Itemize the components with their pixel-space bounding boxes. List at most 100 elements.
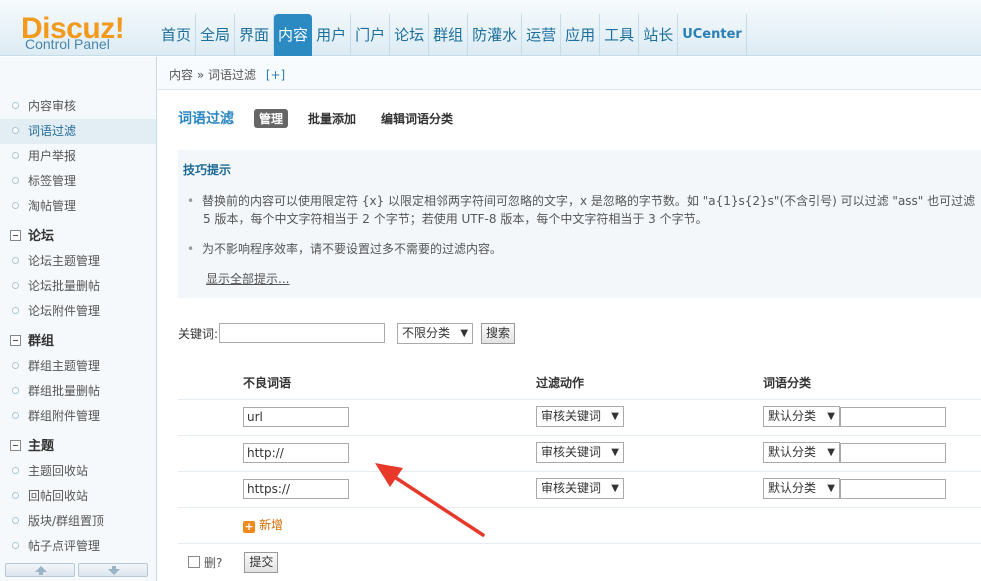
nav-item-1[interactable]: 全局	[196, 14, 236, 56]
tab-batch-add[interactable]: 批量添加	[303, 109, 361, 128]
nav-item-4[interactable]: 用户	[312, 14, 352, 56]
replacement-input[interactable]	[840, 443, 946, 463]
replacement-input[interactable]	[840, 407, 946, 427]
sidebar-group-header[interactable]: 论坛	[0, 224, 156, 249]
word-category-select[interactable]: 默认分类 ▼	[763, 406, 840, 427]
tip-item: • 为不影响程序效率，请不要设置过多不需要的过滤内容。	[187, 240, 503, 258]
row-divider	[178, 507, 981, 508]
bullet-icon	[12, 257, 19, 264]
sidebar-item[interactable]: 论坛附件管理	[0, 299, 156, 324]
sidebar-item[interactable]: 版块/群组置顶	[0, 509, 156, 534]
nav-item-10[interactable]: 应用	[561, 14, 601, 56]
replacement-input[interactable]	[840, 479, 946, 499]
logo-subtitle: Control Panel	[25, 36, 110, 52]
nav-item-11[interactable]: 工具	[600, 14, 640, 56]
show-all-tips-link[interactable]: 显示全部提示...	[206, 270, 289, 287]
word-category-select[interactable]: 默认分类 ▼	[763, 478, 840, 499]
delete-all-checkbox[interactable]	[188, 556, 200, 568]
filter-action-value: 审核关键词	[541, 481, 602, 495]
sidebar-item-label: 帖子点评管理	[28, 539, 101, 553]
word-category-select[interactable]: 默认分类 ▼	[763, 442, 840, 463]
category-filter-select[interactable]: 不限分类 ▼	[397, 322, 474, 344]
tips-panel: 技巧提示 • 替换前的内容可以使用限定符 {x} 以限定相邻两字符间可忽略的文字…	[178, 150, 981, 298]
sidebar-item[interactable]: 论坛批量删帖	[0, 274, 156, 299]
logo[interactable]: Discuz! Control Panel	[0, 0, 157, 56]
bullet-icon	[12, 412, 19, 419]
sidebar-item[interactable]: 用户举报	[0, 144, 156, 169]
submit-button[interactable]: 提交	[244, 551, 279, 573]
row-divider	[178, 399, 981, 400]
breadcrumb-path[interactable]: 内容 » 词语过滤	[169, 68, 256, 82]
add-new-row-button[interactable]: + 新增	[243, 516, 283, 533]
sidebar-item[interactable]: 淘帖管理	[0, 194, 156, 219]
bad-word-input[interactable]: url	[243, 407, 349, 427]
sidebar-item[interactable]: 标签管理	[0, 169, 156, 194]
sidebar-item-label: 词语过滤	[28, 124, 77, 138]
nav-item-8[interactable]: 防灌水	[468, 14, 523, 56]
sidebar-group-header[interactable]: 主题	[0, 434, 156, 459]
filter-action-select[interactable]: 审核关键词 ▼	[536, 406, 624, 427]
sidebar-item[interactable]: 帖子点评管理	[0, 534, 156, 559]
sidebar-group-title: 论坛	[28, 229, 55, 244]
add-new-label: 新增	[259, 518, 284, 532]
arrow-down-icon	[108, 566, 120, 575]
scroll-up-button[interactable]	[5, 563, 75, 577]
tip-text: 为不影响程序效率，请不要设置过多不需要的过滤内容。	[202, 242, 503, 256]
bullet-icon	[12, 152, 19, 159]
sidebar-item-label: 用户举报	[28, 149, 77, 163]
page-header: 词语过滤 管理 批量添加 编辑词语分类	[178, 108, 473, 128]
col-header-category: 词语分类	[763, 376, 812, 390]
tab-edit-categories[interactable]: 编辑词语分类	[376, 109, 458, 128]
page-title: 词语过滤	[178, 111, 234, 127]
dropdown-arrow-icon: ▼	[460, 327, 469, 339]
tab-manage[interactable]: 管理	[254, 108, 289, 128]
keyword-input[interactable]	[219, 323, 386, 343]
sidebar-item[interactable]: 群组附件管理	[0, 404, 156, 429]
collapse-icon	[10, 440, 21, 451]
nav-item-2[interactable]: 界面	[235, 14, 275, 56]
bullet-icon	[12, 542, 19, 549]
delete-label: 删?	[204, 555, 223, 570]
collapse-icon	[10, 230, 21, 241]
nav-item-6[interactable]: 论坛	[390, 14, 430, 56]
main-content: 内容 » 词语过滤 [+] 词语过滤 管理 批量添加 编辑词语分类 技巧提示 •…	[158, 57, 981, 581]
nav-item-5[interactable]: 门户	[351, 14, 391, 56]
sidebar-item[interactable]: 词语过滤	[0, 119, 156, 144]
nav-item-7[interactable]: 群组	[429, 14, 469, 56]
arrow-up-icon	[35, 566, 47, 575]
filter-action-select[interactable]: 审核关键词 ▼	[536, 442, 624, 463]
row-divider	[178, 543, 981, 544]
tip-item: • 替换前的内容可以使用限定符 {x} 以限定相邻两字符间可忽略的文字，x 是忽…	[187, 192, 975, 210]
tip-text: 5 版本，每个中文字符相当于 2 个字节；若使用 UTF-8 版本，每个中文字符…	[203, 212, 708, 226]
nav-item-12[interactable]: 站长	[639, 14, 679, 56]
sidebar-item[interactable]: 群组主题管理	[0, 354, 156, 379]
sidebar-item[interactable]: 内容审核	[0, 94, 156, 119]
sidebar: 内容审核词语过滤用户举报标签管理 淘帖管理论坛论坛主题管理 论坛批量删帖 论坛附件管理…	[0, 57, 157, 581]
sidebar-item-label: 回帖回收站	[28, 489, 89, 503]
sidebar-item[interactable]: 回帖回收站	[0, 484, 156, 509]
top-header: Discuz! Control Panel 首页 全局 界面 内容 用户 门户 论坛 群组 防灌…	[0, 0, 981, 56]
sidebar-group-header[interactable]: 群组	[0, 329, 156, 354]
bad-word-input[interactable]: https://	[243, 479, 349, 499]
sidebar-item-label: 主题回收站	[28, 464, 89, 478]
col-header-bad-word: 不良词语	[243, 376, 292, 390]
nav-item-9[interactable]: 运营	[522, 14, 562, 56]
nav-item-3[interactable]: 内容	[274, 14, 313, 56]
breadcrumb: 内容 » 词语过滤 [+]	[169, 66, 285, 83]
filter-action-select[interactable]: 审核关键词 ▼	[536, 478, 624, 499]
main-nav: 首页 全局 界面 内容 用户 门户 论坛 群组 防灌水 运营 应用 工具 站长 UCenter	[157, 14, 747, 56]
sidebar-item[interactable]: 论坛主题管理	[0, 249, 156, 274]
word-category-value: 默认分类	[768, 445, 817, 459]
word-category-value: 默认分类	[768, 481, 817, 495]
breadcrumb-add-shortcut[interactable]: [+]	[266, 68, 285, 82]
nav-item-13[interactable]: UCenter	[678, 14, 747, 56]
nav-item-0[interactable]: 首页	[157, 14, 197, 56]
bad-word-input[interactable]: http://	[243, 443, 349, 463]
search-button[interactable]: 搜索	[481, 322, 516, 344]
sidebar-item-label: 版块/群组置顶	[28, 514, 105, 528]
bullet-icon	[12, 127, 19, 134]
sidebar-item[interactable]: 主题回收站	[0, 459, 156, 484]
scroll-down-button[interactable]	[78, 563, 148, 577]
sidebar-item[interactable]: 群组批量删帖	[0, 379, 156, 404]
filter-action-value: 审核关键词	[541, 409, 602, 423]
